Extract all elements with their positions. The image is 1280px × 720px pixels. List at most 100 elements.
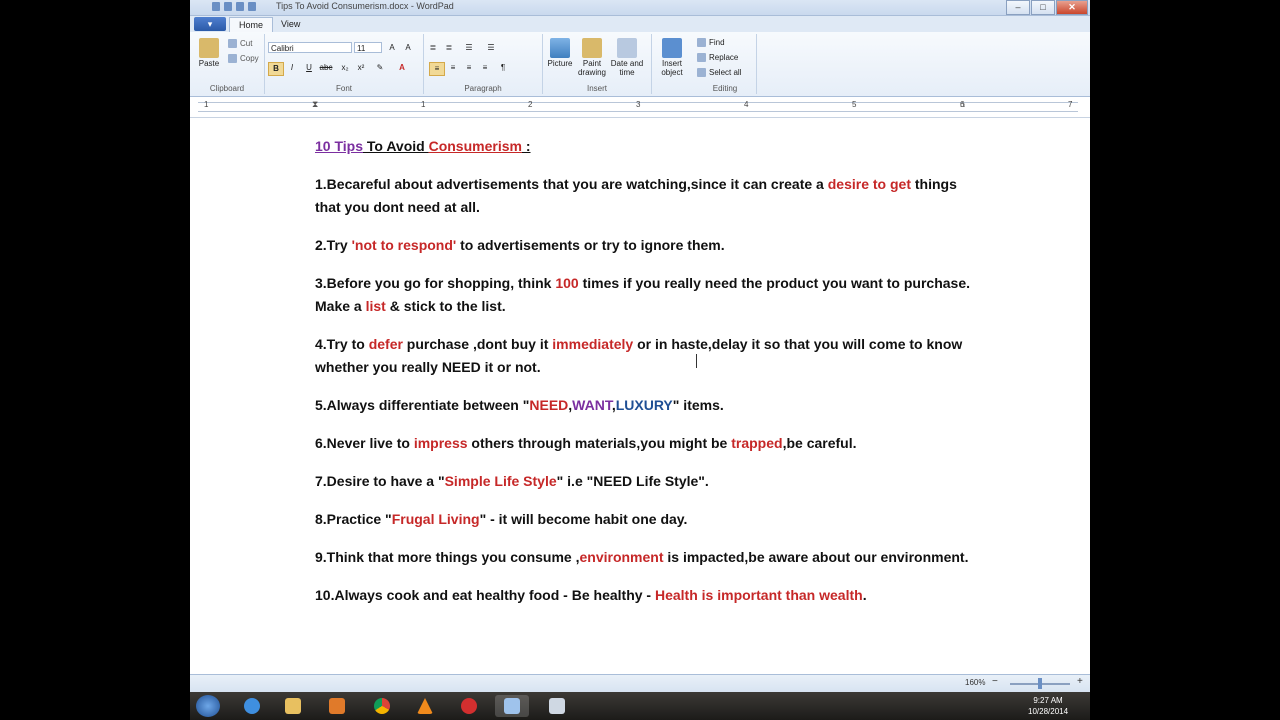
chrome-icon bbox=[374, 698, 390, 714]
taskbar-chrome[interactable] bbox=[365, 695, 399, 717]
internet-explorer-icon bbox=[244, 698, 260, 714]
taskbar-app-red[interactable] bbox=[452, 695, 486, 717]
ruler-number: 1 bbox=[204, 100, 209, 109]
clock-date: 10/28/2014 bbox=[1028, 707, 1069, 716]
tab-view[interactable]: View bbox=[272, 17, 309, 32]
subscript-button[interactable]: x₂ bbox=[338, 62, 352, 74]
insert-picture-button[interactable]: Picture bbox=[545, 38, 575, 68]
bullet-list-icon[interactable]: ☰ bbox=[462, 42, 476, 54]
object-icon bbox=[662, 38, 682, 58]
right-indent-marker[interactable]: ⌂ bbox=[960, 99, 965, 109]
find-button[interactable]: Find bbox=[697, 38, 725, 47]
font-size-select[interactable]: 11 bbox=[354, 42, 382, 53]
grow-font-button[interactable]: A bbox=[385, 42, 399, 54]
decrease-indent-icon[interactable]: ≣ bbox=[426, 42, 440, 54]
system-clock[interactable]: 9:27 AM 10/28/2014 bbox=[1028, 695, 1068, 717]
paragraph-group: ≣ ≣ ☰ ☰ ≡ ≡ ≡ ≡ ¶ Paragraph bbox=[424, 34, 543, 94]
taskbar-app-disk[interactable] bbox=[540, 695, 574, 717]
zoom-slider-thumb[interactable] bbox=[1038, 678, 1042, 689]
taskbar-wordpad[interactable] bbox=[495, 695, 529, 717]
wordpad-icon bbox=[504, 698, 520, 714]
align-right-button[interactable]: ≡ bbox=[462, 62, 476, 74]
window-title: Tips To Avoid Consumerism.docx - WordPad bbox=[276, 1, 454, 11]
window-controls: – □ ✕ bbox=[1005, 0, 1088, 15]
bold-button[interactable]: B bbox=[268, 62, 284, 76]
paste-button[interactable]: Paste bbox=[196, 38, 222, 68]
paint-drawing-icon bbox=[582, 38, 602, 58]
tip-2: 2.Try 'not to respond' to advertisements… bbox=[315, 237, 725, 253]
ribbon: Paste Cut Copy Clipboard Calibri 11 A A … bbox=[190, 32, 1090, 97]
scissors-icon bbox=[228, 39, 237, 48]
text-caret bbox=[696, 354, 697, 368]
text-color-button[interactable]: A bbox=[395, 62, 409, 74]
taskbar-vlc[interactable] bbox=[408, 695, 442, 717]
clock-time: 9:27 AM bbox=[1033, 696, 1063, 705]
tip-5: 5.Always differentiate between "NEED,WAN… bbox=[315, 397, 724, 413]
shrink-font-button[interactable]: A bbox=[401, 42, 415, 54]
align-left-button[interactable]: ≡ bbox=[429, 62, 445, 76]
floppy-icon bbox=[549, 698, 565, 714]
clipboard-group-label: Clipboard bbox=[209, 84, 245, 93]
ruler-number: 5 bbox=[852, 100, 857, 109]
superscript-button[interactable]: x² bbox=[354, 62, 368, 74]
application-menu-button[interactable]: ▾ bbox=[194, 17, 226, 31]
strikethrough-button[interactable]: abc bbox=[319, 62, 333, 74]
tip-9: 9.Think that more things you consume ,en… bbox=[315, 549, 969, 565]
ruler-number: 2 bbox=[528, 100, 533, 109]
document-title: 10 Tips To Avoid Consumerism : bbox=[315, 138, 531, 154]
tip-10: 10.Always cook and eat healthy food - Be… bbox=[315, 587, 867, 603]
paragraph-dialog-icon[interactable]: ¶ bbox=[496, 62, 510, 74]
replace-button[interactable]: Replace bbox=[697, 53, 738, 62]
tip-7: 7.Desire to have a "Simple Life Style" i… bbox=[315, 473, 709, 489]
editing-group-label: Editing bbox=[712, 84, 738, 93]
tip-8: 8.Practice "Frugal Living" - it will bec… bbox=[315, 511, 688, 527]
taskbar-file-explorer[interactable] bbox=[276, 695, 310, 717]
close-button[interactable]: ✕ bbox=[1056, 0, 1088, 15]
title-bar: Tips To Avoid Consumerism.docx - WordPad… bbox=[190, 0, 1090, 16]
minimize-button[interactable]: – bbox=[1006, 0, 1030, 15]
taskbar-internet-explorer[interactable] bbox=[235, 695, 269, 717]
paste-icon bbox=[199, 38, 219, 58]
underline-button[interactable]: U bbox=[302, 62, 316, 74]
cut-button[interactable]: Cut bbox=[228, 39, 252, 48]
justify-button[interactable]: ≡ bbox=[478, 62, 492, 74]
font-family-select[interactable]: Calibri bbox=[268, 42, 352, 53]
insert-object-button[interactable]: Insert object bbox=[654, 38, 690, 77]
ruler-number: 1 bbox=[421, 100, 426, 109]
tip-4: 4.Try to defer purchase ,dont buy it imm… bbox=[315, 336, 963, 375]
ruler-number: 4 bbox=[744, 100, 749, 109]
tip-1: 1.Becareful about advertisements that yo… bbox=[315, 176, 957, 215]
paragraph-group-label: Paragraph bbox=[464, 84, 502, 93]
insert-group: Picture Paint drawing Date and time Inse… bbox=[543, 34, 652, 94]
increase-indent-icon[interactable]: ≣ bbox=[442, 42, 456, 54]
highlight-color-icon[interactable]: ✎ bbox=[373, 62, 387, 74]
undo-icon[interactable] bbox=[236, 2, 244, 11]
start-button[interactable] bbox=[196, 695, 220, 717]
zoom-in-button[interactable]: + bbox=[1077, 676, 1083, 687]
ruler[interactable]: 1 1 2 3 4 5 6 7 ⧗ ⌂ bbox=[190, 97, 1090, 118]
line-spacing-icon[interactable]: ☰ bbox=[484, 42, 498, 54]
zoom-out-button[interactable]: − bbox=[992, 676, 998, 687]
select-all-icon bbox=[697, 68, 706, 77]
taskbar-media-player[interactable] bbox=[320, 695, 354, 717]
wordpad-window: Tips To Avoid Consumerism.docx - WordPad… bbox=[190, 0, 1090, 692]
date-time-button[interactable]: Date and time bbox=[609, 38, 645, 77]
save-icon[interactable] bbox=[224, 2, 232, 11]
align-center-button[interactable]: ≡ bbox=[446, 62, 460, 74]
select-all-button[interactable]: Select all bbox=[697, 68, 741, 77]
maximize-button[interactable]: □ bbox=[1031, 0, 1055, 15]
folder-icon bbox=[285, 698, 301, 714]
tab-home[interactable]: Home bbox=[229, 17, 274, 33]
left-indent-marker[interactable]: ⧗ bbox=[312, 99, 318, 110]
zoom-level: 160% bbox=[965, 678, 986, 687]
ruler-number: 7 bbox=[1068, 100, 1073, 109]
picture-icon bbox=[550, 38, 570, 58]
paint-drawing-button[interactable]: Paint drawing bbox=[575, 38, 609, 77]
ruler-number: 3 bbox=[636, 100, 641, 109]
taskbar: 9:27 AM 10/28/2014 bbox=[190, 692, 1090, 720]
redo-icon[interactable] bbox=[248, 2, 256, 11]
copy-button[interactable]: Copy bbox=[228, 54, 259, 63]
clipboard-group: Paste Cut Copy Clipboard bbox=[190, 34, 265, 94]
document-body[interactable]: 10 Tips To Avoid Consumerism : 1.Becaref… bbox=[315, 135, 975, 622]
italic-button[interactable]: I bbox=[285, 62, 299, 74]
